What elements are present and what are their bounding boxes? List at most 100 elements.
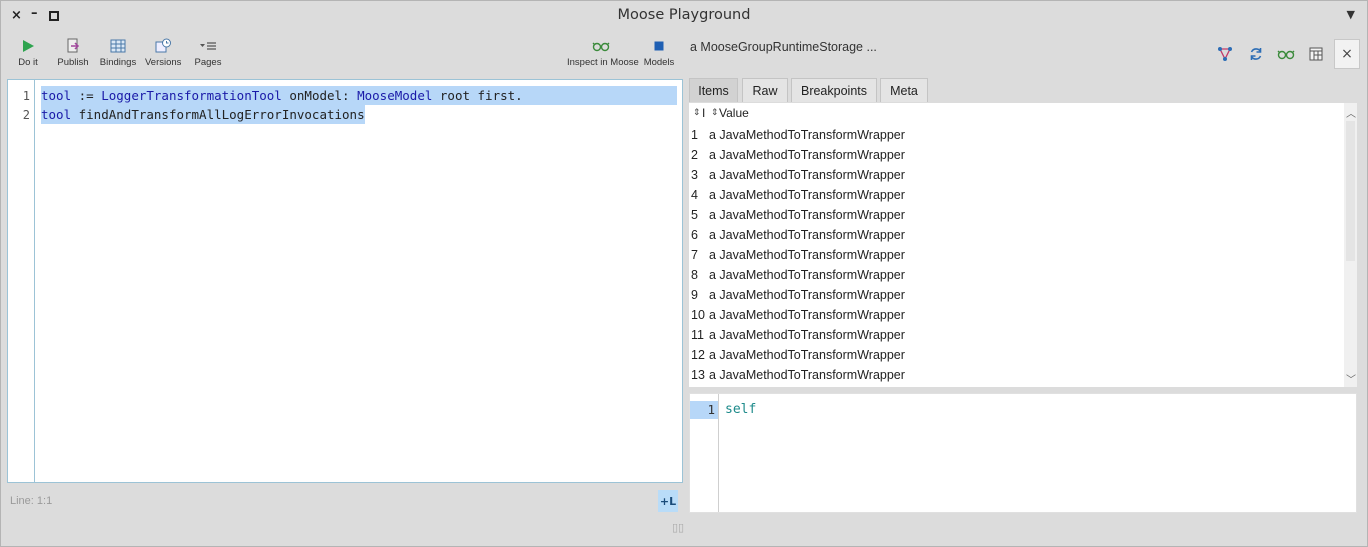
- row-index: 1: [691, 128, 698, 142]
- token-variable: tool: [41, 88, 72, 103]
- row-value: a JavaMethodToTransformWrapper: [709, 188, 905, 202]
- token-class: LoggerTransformationTool: [101, 88, 282, 103]
- inspect-in-moose-label: Inspect in Moose: [567, 57, 639, 68]
- do-it-button[interactable]: Do it: [15, 37, 41, 68]
- token-variable: tool: [41, 107, 72, 122]
- items-scrollbar[interactable]: ︿ ﹀: [1344, 103, 1357, 387]
- bindings-icon: [99, 37, 137, 55]
- table-row[interactable]: 8 a JavaMethodToTransformWrapper: [689, 265, 1343, 285]
- evaluator-gutter: 1: [690, 394, 719, 512]
- tab-meta[interactable]: Meta: [880, 78, 928, 102]
- row-value: a JavaMethodToTransformWrapper: [709, 208, 905, 222]
- window-title: Moose Playground: [617, 7, 751, 23]
- row-index: 10: [691, 308, 705, 322]
- column-header-index[interactable]: I: [702, 106, 705, 120]
- table-row[interactable]: 9 a JavaMethodToTransformWrapper: [689, 285, 1343, 305]
- code-line-1[interactable]: tool := LoggerTransformationTool onModel…: [41, 86, 677, 105]
- scroll-up-icon[interactable]: ︿: [1346, 105, 1356, 120]
- row-value: a JavaMethodToTransformWrapper: [709, 248, 905, 262]
- play-icon: [15, 37, 41, 55]
- sort-icon[interactable]: ⇕: [711, 107, 719, 118]
- table-row[interactable]: 7 a JavaMethodToTransformWrapper: [689, 245, 1343, 265]
- refresh-icon[interactable]: [1247, 45, 1265, 63]
- row-index: 4: [691, 188, 698, 202]
- line-number: 2: [22, 108, 30, 122]
- publish-label: Publish: [57, 57, 89, 68]
- playground-window: × – Moose Playground ▼ Do it Publish Bin…: [0, 0, 1368, 547]
- row-value: a JavaMethodToTransformWrapper: [709, 308, 905, 322]
- publish-icon: [57, 37, 89, 55]
- token-class: MooseModel: [357, 88, 433, 103]
- table-row[interactable]: 13 a JavaMethodToTransformWrapper: [689, 365, 1343, 385]
- row-index: 11: [691, 328, 704, 342]
- row-index: 5: [691, 208, 698, 222]
- row-index: 6: [691, 228, 698, 242]
- row-value: a JavaMethodToTransformWrapper: [709, 128, 905, 142]
- items-table[interactable]: ⇕ I ⇕ Value 1 a JavaMethodToTransformWrap…: [689, 103, 1357, 387]
- table-row[interactable]: 12 a JavaMethodToTransformWrapper: [689, 345, 1343, 365]
- row-value: a JavaMethodToTransformWrapper: [709, 288, 905, 302]
- row-value: a JavaMethodToTransformWrapper: [709, 328, 905, 342]
- line-number: 1: [690, 401, 718, 419]
- bindings-label: Bindings: [99, 57, 137, 68]
- row-value: a JavaMethodToTransformWrapper: [709, 228, 905, 242]
- row-index: 9: [691, 288, 698, 302]
- publish-button[interactable]: Publish: [57, 37, 89, 68]
- versions-label: Versions: [145, 57, 182, 68]
- models-button[interactable]: Models: [643, 37, 675, 68]
- row-index: 13: [691, 368, 705, 382]
- code-editor[interactable]: 1 2 tool := LoggerTransformationTool onM…: [7, 79, 683, 483]
- row-value: a JavaMethodToTransformWrapper: [709, 168, 905, 182]
- row-index: 3: [691, 168, 698, 182]
- query-icon[interactable]: [1216, 45, 1234, 63]
- do-it-label: Do it: [18, 57, 38, 68]
- table-row[interactable]: 1 a JavaMethodToTransformWrapper: [689, 125, 1343, 145]
- add-line-numbers-button[interactable]: +L: [658, 490, 678, 512]
- table-row[interactable]: 10 a JavaMethodToTransformWrapper: [689, 305, 1343, 325]
- inspect-glasses-icon[interactable]: [1277, 45, 1295, 63]
- row-value: a JavaMethodToTransformWrapper: [709, 368, 905, 382]
- row-index: 12: [691, 348, 705, 362]
- models-icon: [643, 37, 675, 55]
- evaluator-code[interactable]: self: [725, 401, 756, 419]
- table-row[interactable]: 6 a JavaMethodToTransformWrapper: [689, 225, 1343, 245]
- token-message: findAndTransformAllLogErrorInvocations: [71, 107, 365, 122]
- row-index: 7: [691, 248, 698, 262]
- glasses-icon: [567, 37, 635, 55]
- scroll-down-icon[interactable]: ﹀: [1346, 371, 1356, 386]
- code-line-2[interactable]: tool findAndTransformAllLogErrorInvocati…: [41, 105, 365, 124]
- window-menu-button[interactable]: ▼: [1347, 8, 1355, 21]
- column-header-value[interactable]: Value: [719, 106, 749, 120]
- table-row[interactable]: 3 a JavaMethodToTransformWrapper: [689, 165, 1343, 185]
- row-value: a JavaMethodToTransformWrapper: [709, 148, 905, 162]
- evaluator-pane[interactable]: 1 self: [689, 393, 1357, 513]
- cursor-status: Line: 1:1: [10, 495, 53, 507]
- table-row[interactable]: 11 a JavaMethodToTransformWrapper: [689, 325, 1343, 345]
- row-value: a JavaMethodToTransformWrapper: [709, 268, 905, 282]
- pages-button[interactable]: Pages: [193, 37, 223, 68]
- inspect-in-moose-button[interactable]: Inspect in Moose: [567, 37, 639, 68]
- sort-icon[interactable]: ⇕: [693, 107, 701, 118]
- table-row[interactable]: 2 a JavaMethodToTransformWrapper: [689, 145, 1343, 165]
- table-row[interactable]: 5 a JavaMethodToTransformWrapper: [689, 205, 1343, 225]
- line-number: 1: [22, 89, 30, 103]
- versions-button[interactable]: Versions: [145, 37, 181, 68]
- tab-items[interactable]: Items: [689, 78, 738, 102]
- pages-icon: [193, 37, 223, 55]
- close-inspector-button[interactable]: ×: [1334, 39, 1360, 69]
- bindings-button[interactable]: Bindings: [99, 37, 137, 68]
- inspector-title: a MooseGroupRuntimeStorage ...: [690, 40, 877, 54]
- editor-gutter: 1 2: [8, 80, 35, 482]
- pane-splitter-handle[interactable]: ▯▯: [672, 521, 684, 534]
- tab-raw[interactable]: Raw: [742, 78, 788, 102]
- row-index: 8: [691, 268, 698, 282]
- title-bar: × – Moose Playground ▼: [1, 1, 1367, 31]
- browse-icon[interactable]: [1307, 45, 1325, 63]
- table-row[interactable]: 4 a JavaMethodToTransformWrapper: [689, 185, 1343, 205]
- scrollbar-thumb[interactable]: [1346, 121, 1355, 261]
- tab-breakpoints[interactable]: Breakpoints: [791, 78, 877, 102]
- token-assign: :=: [71, 88, 102, 103]
- token-message: onModel:: [281, 88, 358, 103]
- versions-icon: [145, 37, 181, 55]
- token-message: root first.: [432, 88, 523, 103]
